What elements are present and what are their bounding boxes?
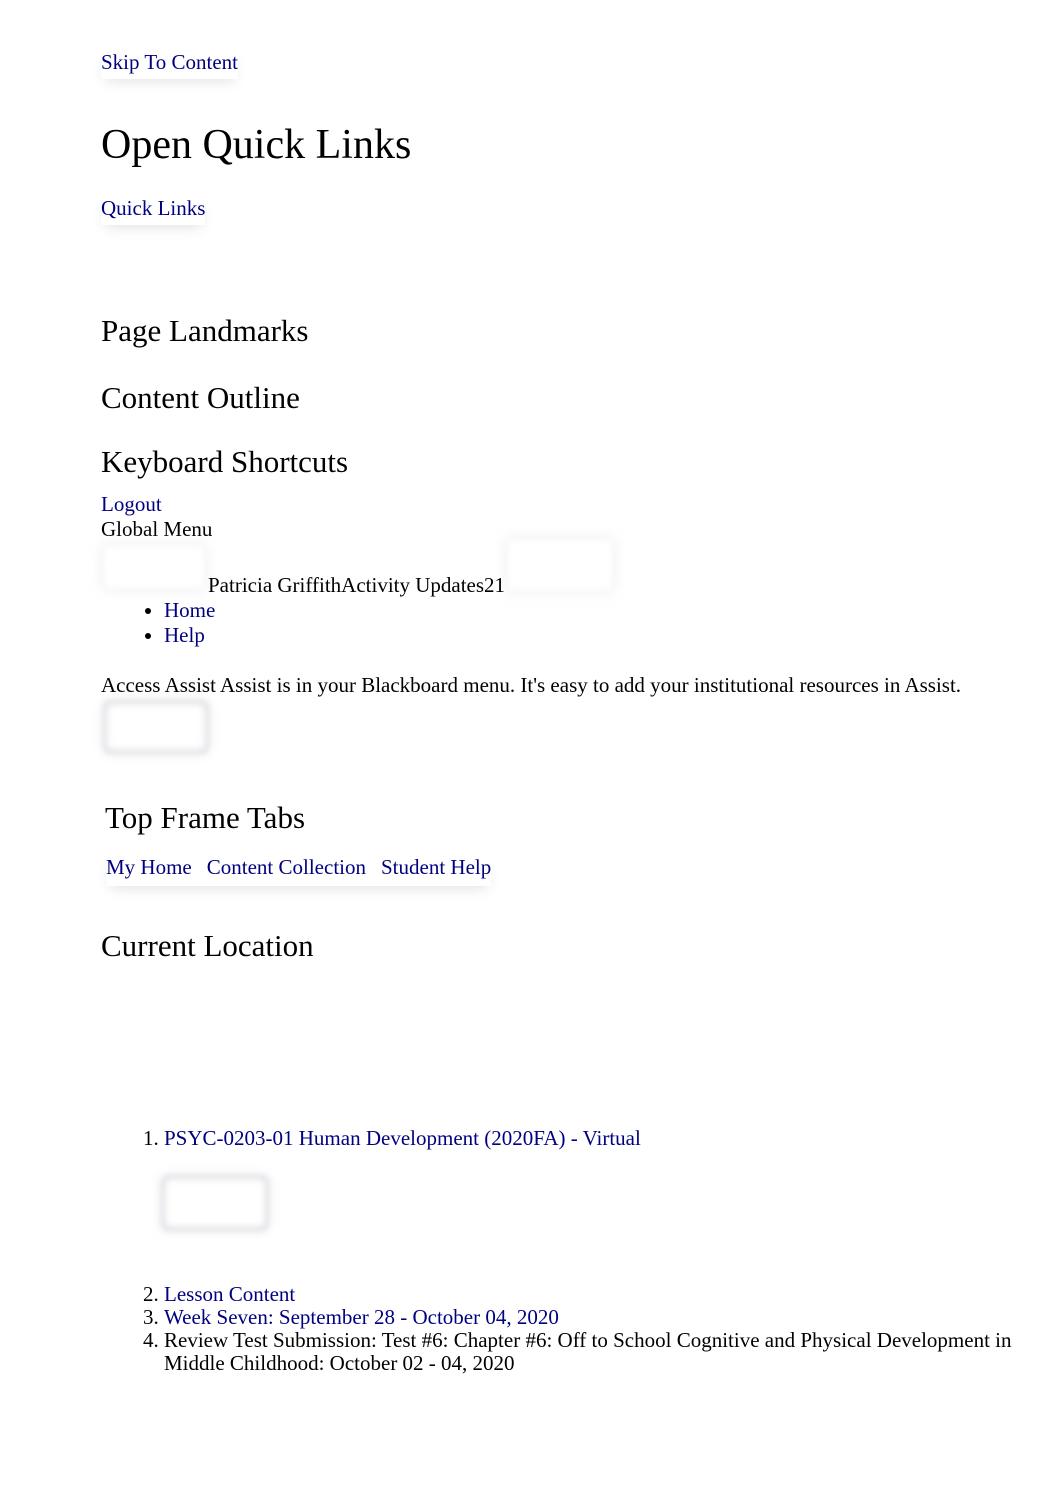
global-menu-item-home: Home — [164, 598, 215, 623]
top-frame-tabs-heading: Top Frame Tabs — [105, 800, 306, 835]
global-menu-label: Global Menu — [101, 517, 213, 541]
activity-updates-badge-placeholder[interactable] — [508, 540, 612, 590]
user-avatar-placeholder[interactable] — [104, 546, 204, 588]
open-quick-links-heading: Open Quick Links — [101, 122, 412, 168]
quick-links-link[interactable]: Quick Links — [101, 198, 205, 225]
home-link[interactable]: Home — [164, 598, 215, 622]
breadcrumb-current-page: Review Test Submission: Test #6: Chapter… — [164, 1328, 1012, 1375]
global-menu-user-line[interactable]: Patricia GriffithActivity Updates21 — [208, 575, 505, 596]
breadcrumb-course-link[interactable]: PSYC-0203-01 Human Development (2020FA) … — [164, 1126, 641, 1150]
keyboard-shortcuts-heading: Keyboard Shortcuts — [101, 444, 349, 479]
page-landmarks-heading: Page Landmarks — [101, 313, 309, 348]
breadcrumb: PSYC-0203-01 Human Development (2020FA) … — [101, 1127, 1014, 1375]
content-outline-heading: Content Outline — [101, 380, 300, 415]
course-menu-button[interactable] — [161, 1175, 269, 1231]
logout-link[interactable]: Logout — [101, 494, 162, 515]
breadcrumb-item-week: Week Seven: September 28 - October 04, 2… — [164, 1306, 1014, 1329]
tab-content-collection[interactable]: Content Collection — [207, 857, 366, 878]
breadcrumb-week-link[interactable]: Week Seven: September 28 - October 04, 2… — [164, 1305, 559, 1329]
top-frame-tabs: My Home Content Collection Student Help — [106, 857, 491, 886]
global-menu-item-help: Help — [164, 623, 215, 648]
breadcrumb-item-course: PSYC-0203-01 Human Development (2020FA) … — [161, 1126, 1014, 1283]
global-menu-list: Home Help — [101, 598, 215, 648]
tab-student-help[interactable]: Student Help — [381, 857, 491, 878]
breadcrumb-item-current: Review Test Submission: Test #6: Chapter… — [164, 1329, 1014, 1375]
current-location-heading: Current Location — [101, 928, 314, 963]
breadcrumb-item-lesson-content: Lesson Content — [164, 1283, 1014, 1306]
tab-my-home[interactable]: My Home — [106, 857, 192, 878]
breadcrumb-lesson-content-link[interactable]: Lesson Content — [164, 1282, 295, 1306]
help-link[interactable]: Help — [164, 623, 205, 647]
skip-to-content-link[interactable]: Skip To Content — [101, 52, 238, 79]
assist-message: Access Assist Assist is in your Blackboa… — [101, 673, 962, 697]
assist-button[interactable] — [103, 700, 209, 754]
